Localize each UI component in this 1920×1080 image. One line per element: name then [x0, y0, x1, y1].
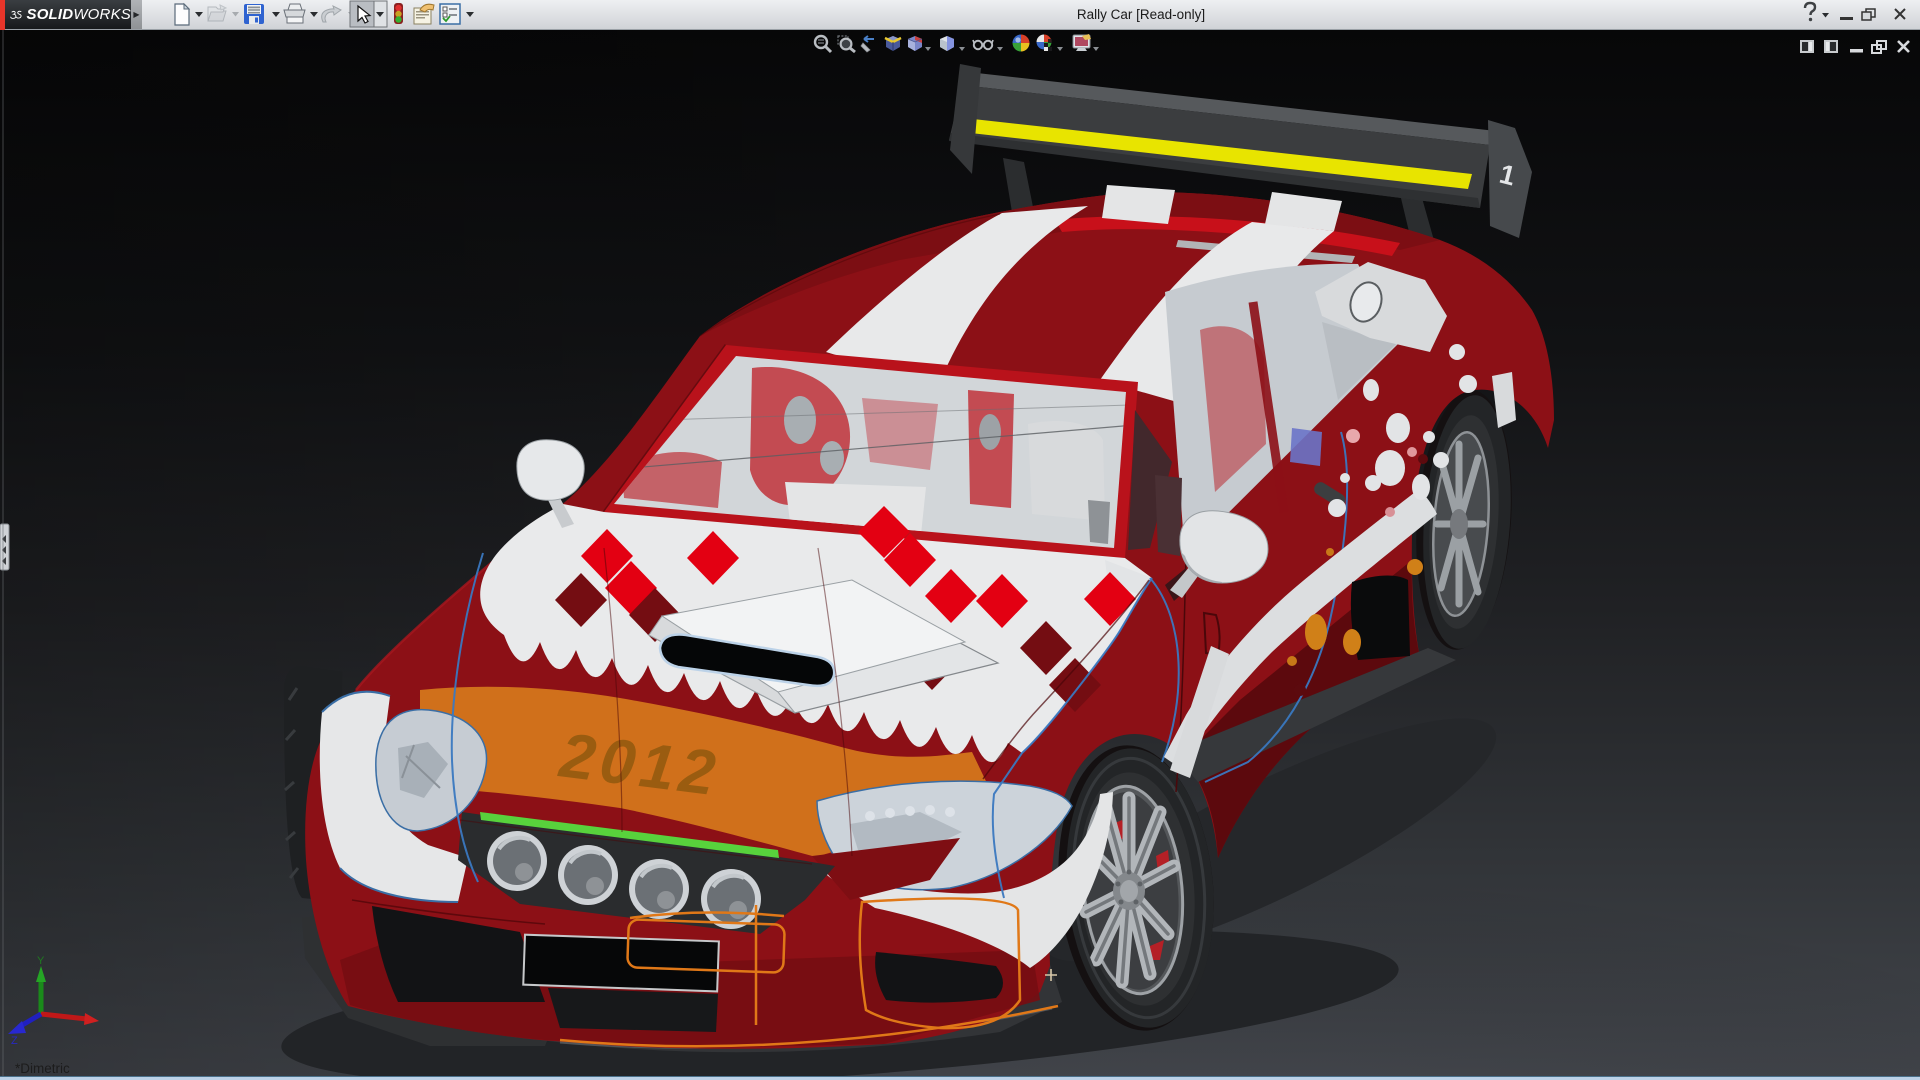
svg-text:Z: Z — [11, 1035, 18, 1047]
svg-text:Y: Y — [37, 955, 45, 967]
